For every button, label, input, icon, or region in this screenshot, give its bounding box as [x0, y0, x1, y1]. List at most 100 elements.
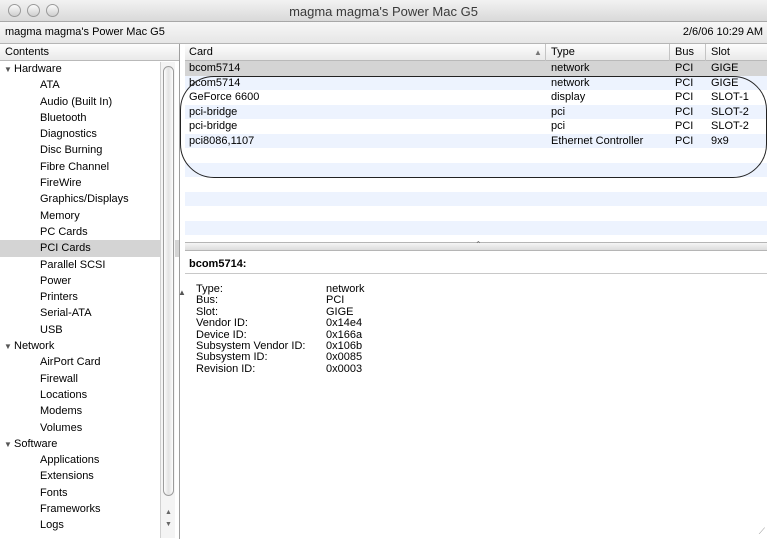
sidebar-item-airport-card[interactable]: AirPort Card — [0, 354, 179, 370]
sidebar-group-label: Software — [14, 437, 58, 450]
detail-divider — [185, 273, 767, 274]
cell-card: bcom5714 — [189, 62, 241, 74]
scroll-down-icon[interactable]: ▼ — [164, 521, 173, 528]
sidebar-item-firewire[interactable]: FireWire — [0, 175, 179, 191]
cell-slot: GIGE — [711, 62, 739, 74]
property-value: network — [326, 283, 365, 295]
disclosure-triangle-icon[interactable]: ▼ — [4, 339, 14, 355]
cell-card: GeForce 6600 — [189, 91, 260, 103]
column-header-slot[interactable]: Slot — [711, 46, 730, 58]
sidebar-item-bluetooth[interactable]: Bluetooth — [0, 110, 179, 126]
sidebar-item-pci-cards[interactable]: PCI Cards — [0, 240, 179, 257]
sidebar-item-serial-ata[interactable]: Serial-ATA — [0, 305, 179, 321]
table-row[interactable] — [185, 206, 767, 221]
sidebar-item-ata[interactable]: ATA — [0, 77, 179, 93]
property-value: 0x106b — [326, 339, 363, 352]
contents-tree: ▼ Hardware ATA Audio (Built In) Bluetooth Dia… — [0, 61, 179, 534]
table-row[interactable] — [185, 220, 767, 235]
cell-bus: PCI — [675, 62, 694, 74]
contents-header[interactable]: Contents — [0, 44, 179, 61]
table-row[interactable]: pci8086,1107 Ethernet Controller PCI 9x9 — [185, 133, 767, 148]
sidebar-item-volumes[interactable]: Volumes — [0, 420, 179, 436]
column-divider — [545, 44, 546, 61]
machine-info-bar: magma magma's Power Mac G5 2/6/06 10:29 … — [0, 22, 767, 44]
property-key: Vendor ID: — [196, 317, 248, 330]
sidebar-item-pc-cards[interactable]: PC Cards — [0, 224, 179, 240]
disclosure-triangle-icon[interactable]: ▼ — [4, 62, 14, 78]
column-header-type[interactable]: Type — [551, 46, 575, 58]
table-row[interactable]: pci-bridge pci PCI SLOT-2 — [185, 104, 767, 119]
sidebar-scroll-thumb[interactable] — [163, 66, 174, 496]
property-key: Device ID: — [196, 328, 247, 341]
contents-sidebar: Contents ▼ Hardware ATA Audio (Built In) Blu… — [0, 44, 180, 539]
detail-property: Revision ID: 0x0003 — [196, 362, 496, 375]
sort-ascending-icon: ▲ — [534, 48, 542, 57]
disclosure-triangle-icon[interactable]: ▼ — [4, 437, 14, 453]
column-header-bus[interactable]: Bus — [675, 46, 694, 58]
pci-cards-table: Card ▲ Type Bus Slot bcom5714 network PCI G… — [185, 44, 767, 244]
sidebar-group-label: Hardware — [14, 63, 62, 75]
table-body: bcom5714 network PCI GIGE bcom5714 network PCI… — [185, 61, 767, 235]
sidebar-scrollbar[interactable]: ▲ ▼ — [160, 62, 175, 538]
cell-card: bcom5714 — [189, 76, 241, 89]
sidebar-group-software[interactable]: ▼ Software — [0, 436, 179, 452]
cell-type: network — [551, 62, 590, 74]
sidebar-item-fonts[interactable]: Fonts — [0, 485, 179, 501]
sidebar-group-hardware[interactable]: ▼ Hardware — [0, 61, 179, 77]
detail-properties: Type: network Bus: PCI Slot: GIGE Vendor ID: 0x… — [196, 284, 496, 375]
sidebar-item-extensions[interactable]: Extensions — [0, 468, 179, 484]
property-value: GIGE — [326, 305, 354, 318]
sidebar-item-graphics-displays[interactable]: Graphics/Displays — [0, 191, 179, 207]
pane-splitter[interactable]: ⌃ — [185, 240, 767, 251]
window-titlebar: magma magma's Power Mac G5 — [0, 0, 767, 22]
cell-bus: PCI — [675, 120, 694, 132]
cell-slot: SLOT-2 — [711, 120, 749, 132]
column-divider — [669, 44, 670, 61]
sidebar-item-printers[interactable]: Printers — [0, 289, 179, 305]
table-row[interactable]: bcom5714 network PCI GIGE — [185, 61, 767, 76]
sidebar-item-power[interactable]: Power — [0, 273, 179, 289]
property-key: Slot: — [196, 305, 219, 318]
sidebar-item-locations[interactable]: Locations — [0, 387, 179, 403]
splitter-handle-icon[interactable]: ⌃ — [475, 240, 482, 249]
sidebar-item-firewall[interactable]: Firewall — [0, 371, 179, 387]
table-row[interactable]: GeForce 6600 display PCI SLOT-1 — [185, 90, 767, 105]
scroll-up-icon[interactable]: ▲ — [164, 509, 173, 516]
cell-bus: PCI — [675, 76, 694, 89]
sidebar-item-applications[interactable]: Applications — [0, 452, 179, 468]
cell-bus: PCI — [675, 134, 694, 147]
collapse-arrow-icon[interactable]: ▲ — [178, 288, 186, 297]
sidebar-item-fibre-channel[interactable]: Fibre Channel — [0, 159, 179, 175]
sidebar-item-modems[interactable]: Modems — [0, 403, 179, 419]
table-row[interactable]: bcom5714 network PCI GIGE — [185, 75, 767, 90]
sidebar-item-disc-burning[interactable]: Disc Burning — [0, 142, 179, 158]
column-divider — [705, 44, 706, 61]
detail-pane: bcom5714: Type: network Bus: PCI Slot: GIGE Ve… — [185, 251, 767, 539]
detail-property: Vendor ID: 0x14e4 — [196, 318, 496, 329]
table-row[interactable]: pci-bridge pci PCI SLOT-2 — [185, 119, 767, 134]
cell-bus: PCI — [675, 105, 694, 118]
sidebar-item-diagnostics[interactable]: Diagnostics — [0, 126, 179, 142]
property-key: Subsystem Vendor ID: — [196, 339, 306, 352]
property-value: 0x0085 — [326, 351, 363, 364]
column-header-card[interactable]: Card — [189, 46, 213, 58]
property-value: 0x166a — [326, 328, 363, 341]
report-datetime: 2/6/06 10:29 AM — [682, 26, 763, 38]
table-row[interactable] — [185, 162, 767, 177]
sidebar-item-parallel-scsi[interactable]: Parallel SCSI — [0, 257, 179, 273]
machine-name: magma magma's Power Mac G5 — [5, 26, 165, 38]
resize-grip-icon[interactable]: ⟋ — [759, 526, 765, 537]
table-row[interactable] — [185, 148, 767, 163]
property-value: 0x0003 — [326, 362, 363, 375]
table-row[interactable] — [185, 191, 767, 206]
sidebar-item-logs[interactable]: Logs — [0, 517, 179, 533]
sidebar-item-memory[interactable]: Memory — [0, 208, 179, 224]
sidebar-item-frameworks[interactable]: Frameworks — [0, 501, 179, 517]
sidebar-item-usb[interactable]: USB — [0, 322, 179, 338]
sidebar-group-network[interactable]: ▼ Network — [0, 338, 179, 354]
table-header: Card ▲ Type Bus Slot — [185, 44, 767, 61]
sidebar-item-audio-built-in[interactable]: Audio (Built In) — [0, 94, 179, 110]
cell-slot: SLOT-1 — [711, 91, 749, 103]
table-row[interactable] — [185, 177, 767, 192]
cell-type: pci — [551, 105, 566, 118]
